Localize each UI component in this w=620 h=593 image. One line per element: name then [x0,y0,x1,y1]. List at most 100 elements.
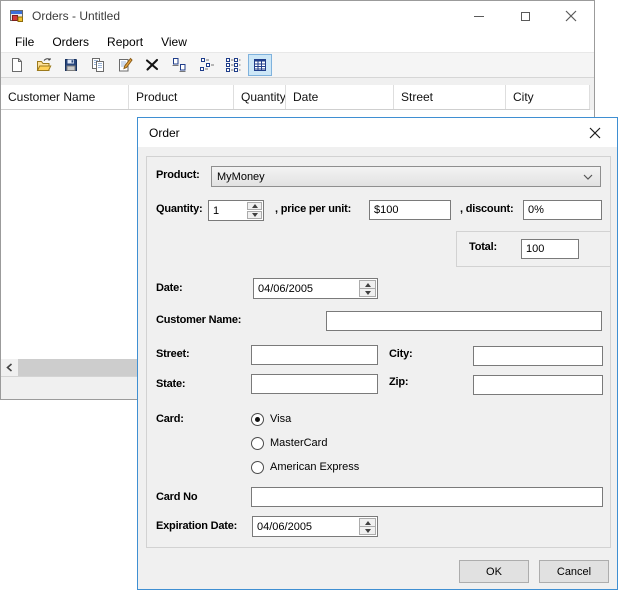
properties-icon [117,57,133,73]
arrow-up-icon[interactable] [360,281,375,288]
radio-label-visa: Visa [270,413,291,425]
minimize-button[interactable] [456,1,502,31]
list-header: Customer Name Product Quantity Date Stre… [1,85,590,110]
dialog-close-icon [589,127,601,139]
column-header-product[interactable]: Product [129,85,234,109]
card-label: Card: [156,413,184,425]
discount-value: 0% [528,204,544,216]
arrow-down-icon[interactable] [360,526,375,534]
list-view-icon [225,57,241,73]
card-no-label: Card No [156,491,197,503]
maximize-button[interactable] [502,1,548,31]
radio-label-mastercard: MasterCard [270,437,327,449]
chevron-down-icon [583,174,593,180]
arrow-down-icon [252,213,258,217]
customer-name-input[interactable] [326,311,602,331]
dialog-titlebar: Order [138,118,617,147]
new-button[interactable] [5,54,29,76]
price-input[interactable]: $100 [369,200,451,220]
product-label: Product: [156,169,200,181]
delete-icon [144,57,160,73]
details-view-button[interactable] [248,54,272,76]
large-icons-view-icon [171,57,187,73]
date-picker[interactable]: 04/06/2005 [253,278,378,299]
open-button[interactable] [32,54,56,76]
radio-option-visa[interactable]: Visa [251,411,291,427]
state-input[interactable] [251,374,378,394]
quantity-up-button[interactable] [247,202,262,210]
menu-item-view[interactable]: View [152,31,196,52]
arrow-down-icon[interactable] [360,288,375,296]
total-value: 100 [526,243,544,255]
state-label: State: [156,378,185,390]
open-folder-icon [36,57,52,73]
city-input[interactable] [473,346,603,366]
expiration-spinner[interactable] [359,518,376,535]
arrow-up-icon[interactable] [360,519,375,526]
radio-unselected-icon [251,461,264,474]
product-value: MyMoney [217,171,265,183]
column-header-quantity[interactable]: Quantity [234,85,286,109]
date-label: Date: [156,282,183,294]
zip-label: Zip: [389,376,408,388]
copy-button[interactable] [86,54,110,76]
expiration-date-picker[interactable]: 04/06/2005 [252,516,378,537]
menu-item-orders[interactable]: Orders [43,31,98,52]
main-titlebar: Orders - Untitled [1,1,594,31]
ok-button[interactable]: OK [459,560,529,583]
window-title: Orders - Untitled [32,9,120,23]
delete-button[interactable] [140,54,164,76]
radio-label-american-express: American Express [270,461,359,473]
orders-app-icon [9,8,25,24]
dialog-title: Order [149,126,180,140]
small-icons-view-icon [198,57,214,73]
column-header-customer-name[interactable]: Customer Name [1,85,129,109]
quantity-value: 1 [209,201,246,220]
product-select[interactable]: MyMoney [211,166,601,187]
close-button[interactable] [548,1,594,31]
price-value: $100 [374,204,398,216]
city-label: City: [389,348,412,360]
menu-item-file[interactable]: File [6,31,43,52]
column-header-city[interactable]: City [506,85,590,109]
scroll-left-button[interactable] [1,359,18,376]
quantity-label: Quantity: [156,203,202,215]
discount-input[interactable]: 0% [523,200,602,220]
total-label: Total: [469,241,497,253]
properties-button[interactable] [113,54,137,76]
street-input[interactable] [251,345,378,365]
column-header-date[interactable]: Date [286,85,394,109]
details-view-icon [252,57,268,73]
date-value: 04/06/2005 [254,279,358,298]
large-icons-view-button[interactable] [167,54,191,76]
zip-input[interactable] [473,375,603,395]
price-label: , price per unit: [275,203,351,215]
quantity-down-button[interactable] [247,211,262,219]
quantity-stepper[interactable]: 1 [208,200,264,221]
column-header-street[interactable]: Street [394,85,506,109]
discount-label: , discount: [460,203,513,215]
dialog-close-button[interactable] [572,118,617,147]
cancel-button[interactable]: Cancel [539,560,609,583]
new-document-icon [9,57,25,73]
maximize-icon [521,12,530,21]
minimize-icon [474,16,484,17]
card-no-input[interactable] [251,487,603,507]
expiration-date-value: 04/06/2005 [253,517,358,536]
street-label: Street: [156,348,189,360]
toolbar [1,52,594,78]
menu-item-report[interactable]: Report [98,31,152,52]
total-input[interactable]: 100 [521,239,579,259]
expiration-date-label: Expiration Date: [156,520,237,532]
radio-option-mastercard[interactable]: MasterCard [251,435,327,451]
save-button[interactable] [59,54,83,76]
save-icon [63,57,79,73]
list-view-button[interactable] [221,54,245,76]
radio-option-american-express[interactable]: American Express [251,459,359,475]
copy-icon [90,57,106,73]
small-icons-view-button[interactable] [194,54,218,76]
customer-name-label: Customer Name: [156,314,241,326]
radio-selected-icon [251,413,264,426]
date-spinner[interactable] [359,280,376,297]
close-icon [565,10,577,22]
